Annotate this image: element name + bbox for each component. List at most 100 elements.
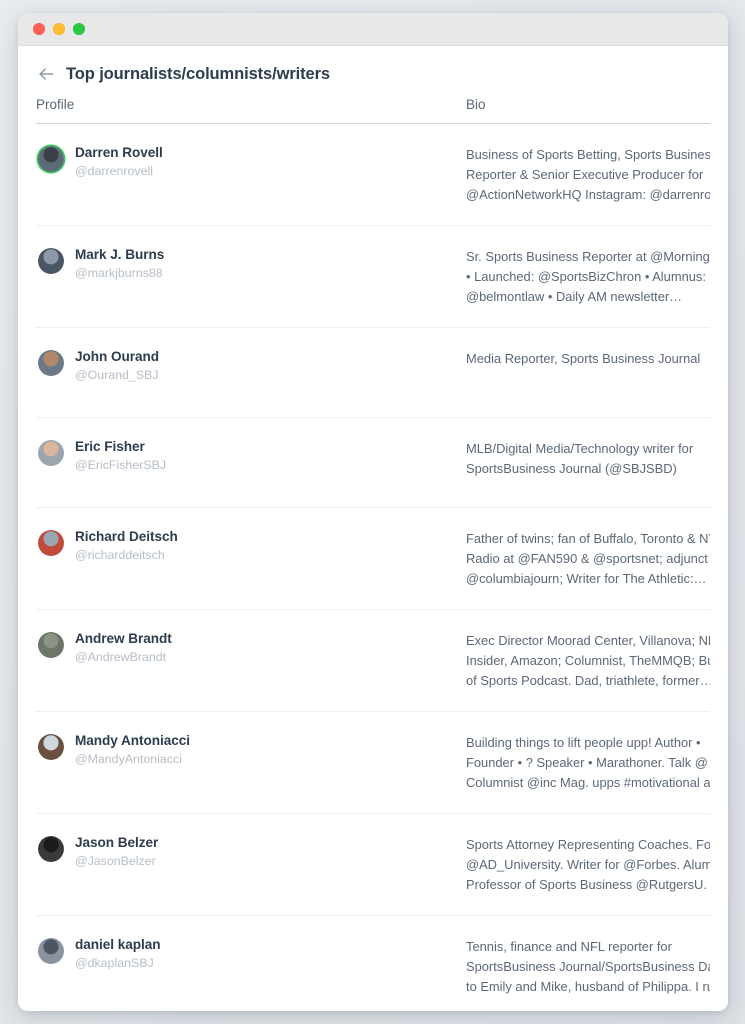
profile-names: Mark J. Burns @markjburns88 xyxy=(75,246,164,283)
bio-line: @ActionNetworkHQ Instagram: @darrenrovel… xyxy=(466,187,710,202)
bio-line: SportsBusiness Journal/SportsBusiness Da… xyxy=(466,959,710,974)
bio-line: of Sports Podcast. Dad, triathlete, form… xyxy=(466,673,710,688)
avatar[interactable] xyxy=(38,350,64,376)
profile-handle: @richarddeitsch xyxy=(75,548,165,563)
maximize-window-icon[interactable] xyxy=(73,23,85,35)
profile-name: John Ourand xyxy=(75,349,160,364)
bio-line: Founder • ? Speaker • Marathoner. Talk @… xyxy=(466,755,710,770)
profile-cell: Richard Deitsch @richarddeitsch xyxy=(36,528,466,565)
table-row[interactable]: Mark J. Burns @markjburns88 Sr. Sports Bus… xyxy=(36,226,710,328)
profile-name: Eric Fisher xyxy=(75,439,145,454)
profile-name: Andrew Brandt xyxy=(75,631,172,646)
avatar-image xyxy=(38,836,64,862)
bio-line: Professor of Sports Business @RutgersU. xyxy=(466,877,707,892)
bio-cell: Building things to lift people upp! Auth… xyxy=(466,732,710,793)
bio-cell: Father of twins; fan of Buffalo, Toronto… xyxy=(466,528,710,589)
bio-line: Columnist @inc Mag. upps #motivational a… xyxy=(466,775,710,790)
page-header: Top journalists/columnists/writers xyxy=(36,46,718,84)
bio-line: Sports Attorney Representing Coaches. Fo… xyxy=(466,837,710,852)
bio-line: MLB/Digital Media/Technology writer for xyxy=(466,441,694,456)
bio-line: @belmontlaw • Daily AM newsletter… xyxy=(466,289,683,304)
bio-line: @AD_University. Writer for @Forbes. Alum… xyxy=(466,857,710,872)
table-header-row: Profile Bio xyxy=(36,97,710,124)
profile-cell: Mandy Antoniacci @MandyAntoniacci xyxy=(36,732,466,769)
avatar-image xyxy=(38,632,64,658)
back-arrow-icon[interactable] xyxy=(36,64,56,84)
bio-cell: Sports Attorney Representing Coaches. Fo… xyxy=(466,834,710,895)
profile-handle: @JasonBelzer xyxy=(75,854,156,869)
bio-cell: MLB/Digital Media/Technology writer for S… xyxy=(466,438,710,479)
bio-line: • Launched: @SportsBizChron • Alumnus: @… xyxy=(466,269,710,284)
page-content: Top journalists/columnists/writers Profi… xyxy=(18,46,728,1011)
bio-line: Sr. Sports Business Reporter at @Morning… xyxy=(466,249,710,264)
bio-cell: Exec Director Moorad Center, Villanova; … xyxy=(466,630,710,691)
journalists-table: Profile Bio Darren Rovell @darrenrovell Bu… xyxy=(28,97,718,1011)
profile-names: Darren Rovell @darrenrovell xyxy=(75,144,163,181)
bio-cell: Media Reporter, Sports Business Journal xyxy=(466,348,710,369)
table-row[interactable]: Darren Rovell @darrenrovell Business of Sp… xyxy=(36,124,710,226)
avatar[interactable] xyxy=(38,734,64,760)
bio-line: Building things to lift people upp! Auth… xyxy=(466,735,701,750)
avatar[interactable] xyxy=(38,146,64,172)
profile-handle: @MandyAntoniacci xyxy=(75,752,182,767)
avatar-image xyxy=(38,146,64,172)
page-title: Top journalists/columnists/writers xyxy=(66,64,331,83)
profile-names: Richard Deitsch @richarddeitsch xyxy=(75,528,178,565)
bio-line: Reporter & Senior Executive Producer for xyxy=(466,167,704,182)
close-window-icon[interactable] xyxy=(33,23,45,35)
minimize-window-icon[interactable] xyxy=(53,23,65,35)
profile-handle: @markjburns88 xyxy=(75,266,163,281)
profile-cell: Eric Fisher @EricFisherSBJ xyxy=(36,438,466,475)
profile-names: John Ourand @Ourand_SBJ xyxy=(75,348,159,385)
avatar[interactable] xyxy=(38,836,64,862)
profile-cell: Jason Belzer @JasonBelzer xyxy=(36,834,466,871)
avatar[interactable] xyxy=(38,530,64,556)
bio-line: Insider, Amazon; Columnist, TheMMQB; Bus… xyxy=(466,653,710,668)
profile-handle: @AndrewBrandt xyxy=(75,650,167,665)
avatar[interactable] xyxy=(38,632,64,658)
avatar[interactable] xyxy=(38,440,64,466)
column-header-bio: Bio xyxy=(466,97,486,112)
bio-cell: Sr. Sports Business Reporter at @Morning… xyxy=(466,246,710,307)
table-row[interactable]: Mandy Antoniacci @MandyAntoniacci Building… xyxy=(36,712,710,814)
avatar[interactable] xyxy=(38,938,64,964)
bio-line: Radio at @FAN590 & @sportsnet; adjunct a… xyxy=(466,551,710,566)
profile-cell: Mark J. Burns @markjburns88 xyxy=(36,246,466,283)
bio-line: Father of twins; fan of Buffalo, Toronto… xyxy=(466,531,710,546)
profile-names: Andrew Brandt @AndrewBrandt xyxy=(75,630,172,667)
profile-handle: @dkaplanSBJ xyxy=(75,956,154,971)
column-header-profile: Profile xyxy=(36,97,75,112)
bio-line: Exec Director Moorad Center, Villanova; … xyxy=(466,633,710,648)
avatar-image xyxy=(38,440,64,466)
profile-cell: daniel kaplan @dkaplanSBJ xyxy=(36,936,466,973)
profile-name: Richard Deitsch xyxy=(75,529,178,544)
profile-name: Darren Rovell xyxy=(75,145,163,160)
profile-names: Jason Belzer @JasonBelzer xyxy=(75,834,158,871)
avatar-image xyxy=(38,530,64,556)
avatar-image xyxy=(38,938,64,964)
table-row[interactable]: daniel kaplan @dkaplanSBJ Tennis, finance … xyxy=(36,916,710,1011)
table-row[interactable]: Eric Fisher @EricFisherSBJ MLB/Digital Med… xyxy=(36,418,710,508)
profile-names: Eric Fisher @EricFisherSBJ xyxy=(75,438,166,475)
table-row[interactable]: Richard Deitsch @richarddeitsch Father of … xyxy=(36,508,710,610)
profile-cell: Andrew Brandt @AndrewBrandt xyxy=(36,630,466,667)
table-row[interactable]: Andrew Brandt @AndrewBrandt Exec Director … xyxy=(36,610,710,712)
profile-handle: @EricFisherSBJ xyxy=(75,458,167,473)
profile-names: daniel kaplan @dkaplanSBJ xyxy=(75,936,161,973)
avatar-image xyxy=(38,350,64,376)
profile-name: Jason Belzer xyxy=(75,835,159,850)
profile-name: Mark J. Burns xyxy=(75,247,165,262)
bio-cell: Tennis, finance and NFL reporter for Spor… xyxy=(466,936,710,997)
bio-line: to Emily and Mike, husband of Philippa. … xyxy=(466,979,710,994)
bio-line: @columbiajourn; Writer for The Athletic:… xyxy=(466,571,707,586)
profile-cell: Darren Rovell @darrenrovell xyxy=(36,144,466,181)
table-row[interactable]: John Ourand @Ourand_SBJ Media Reporter, Sp… xyxy=(36,328,710,418)
bio-line: Business of Sports Betting, Sports Busin… xyxy=(466,147,710,162)
table-row[interactable]: Jason Belzer @JasonBelzer Sports Attorney … xyxy=(36,814,710,916)
profile-handle: @darrenrovell xyxy=(75,164,154,179)
table-body: Darren Rovell @darrenrovell Business of Sp… xyxy=(28,124,718,1011)
window-titlebar xyxy=(18,13,728,46)
avatar[interactable] xyxy=(38,248,64,274)
profile-name: Mandy Antoniacci xyxy=(75,733,191,748)
avatar-image xyxy=(38,734,64,760)
